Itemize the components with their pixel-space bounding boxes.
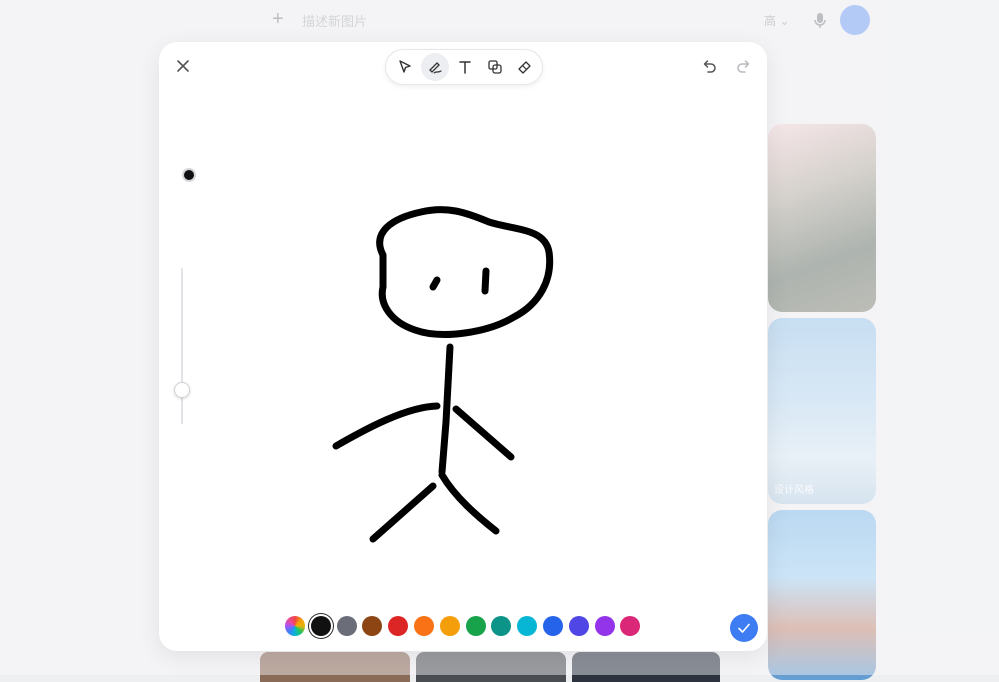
- stick-figure-left-eye: [429, 276, 441, 291]
- color-swatch-green[interactable]: [465, 616, 486, 636]
- stick-figure-left-leg: [369, 482, 437, 543]
- check-icon: [738, 623, 750, 633]
- confirm-button[interactable]: [730, 614, 758, 642]
- stick-figure-head: [376, 206, 554, 338]
- stick-figure-right-eye: [481, 267, 490, 295]
- color-swatch-pink[interactable]: [620, 616, 641, 636]
- drawing-canvas[interactable]: [159, 42, 767, 612]
- color-swatch-blue[interactable]: [543, 616, 563, 636]
- color-swatch-teal[interactable]: [491, 616, 512, 636]
- color-swatch-gray[interactable]: [336, 616, 357, 636]
- color-swatch-indigo[interactable]: [568, 616, 589, 636]
- stick-figure-right-arm: [452, 405, 515, 461]
- stick-figure-left-arm: [332, 402, 441, 450]
- color-swatch-purple[interactable]: [594, 616, 615, 636]
- color-swatch-brown[interactable]: [362, 616, 383, 636]
- color-swatch-cyan[interactable]: [517, 616, 538, 636]
- drawing-dialog: [159, 42, 767, 651]
- color-swatch-black[interactable]: [310, 616, 331, 636]
- stick-figure-body: [438, 343, 454, 476]
- stick-figure-right-leg: [438, 471, 500, 535]
- color-swatch-amber[interactable]: [439, 616, 460, 636]
- color-swatch-orange[interactable]: [414, 616, 434, 636]
- color-swatch-red[interactable]: [388, 616, 409, 636]
- color-swatch-rainbow[interactable]: [285, 616, 305, 636]
